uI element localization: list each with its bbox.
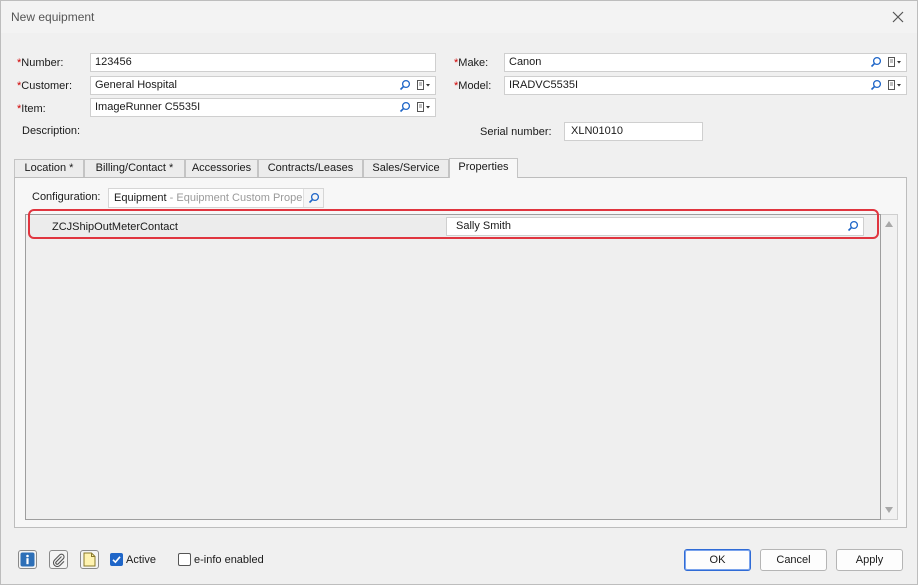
item-browse-button[interactable] xyxy=(416,101,432,113)
apply-button[interactable]: Apply xyxy=(836,549,903,571)
property-value-search-button[interactable] xyxy=(847,220,859,232)
make-label: *Make: xyxy=(454,57,489,69)
close-button[interactable] xyxy=(885,5,911,29)
search-icon xyxy=(399,101,411,113)
cancel-button[interactable]: Cancel xyxy=(760,549,827,571)
number-field[interactable]: 123456 xyxy=(90,53,436,72)
browse-dropdown-icon xyxy=(888,80,901,90)
property-value-field[interactable]: Sally Smith xyxy=(446,217,864,236)
model-search-button[interactable] xyxy=(870,79,882,91)
attachment-icon xyxy=(52,553,65,567)
customer-field[interactable]: General Hospital xyxy=(90,76,436,95)
new-equipment-dialog: New equipment *Number: 123456 *Customer:… xyxy=(0,0,918,585)
model-label: *Model: xyxy=(454,80,492,92)
customer-label: *Customer: xyxy=(17,80,73,92)
property-name: ZCJShipOutMeterContact xyxy=(28,217,446,238)
info-button[interactable] xyxy=(18,550,37,569)
search-icon xyxy=(308,192,319,204)
note-button[interactable] xyxy=(80,550,99,569)
search-icon xyxy=(870,56,882,68)
active-checkbox[interactable] xyxy=(110,553,123,566)
einfo-checkbox[interactable] xyxy=(178,553,191,566)
close-icon xyxy=(892,11,904,23)
tab-contracts-leases[interactable]: Contracts/Leases xyxy=(258,159,363,177)
tab-billing-contact[interactable]: Billing/Contact * xyxy=(84,159,185,177)
checkmark-icon xyxy=(112,556,121,564)
table-row[interactable]: ZCJShipOutMeterContact Sally Smith xyxy=(28,217,880,238)
properties-grid: ZCJShipOutMeterContact Sally Smith xyxy=(25,214,881,520)
tab-properties[interactable]: Properties xyxy=(449,158,518,178)
customer-browse-button[interactable] xyxy=(416,79,432,91)
item-search-button[interactable] xyxy=(399,101,411,113)
window-title: New equipment xyxy=(11,10,95,24)
serial-number-label: Serial number: xyxy=(480,126,552,138)
active-label: Active xyxy=(126,554,156,566)
attachment-button[interactable] xyxy=(49,550,68,569)
properties-panel: Configuration: Equipment - Equipment Cus… xyxy=(14,177,907,528)
item-field[interactable]: ImageRunner C5535I xyxy=(90,98,436,117)
customer-search-button[interactable] xyxy=(399,79,411,91)
einfo-label: e-info enabled xyxy=(194,554,264,566)
configuration-search-button[interactable] xyxy=(303,189,323,207)
title-bar: New equipment xyxy=(1,1,917,33)
browse-dropdown-icon xyxy=(417,80,430,90)
tab-location[interactable]: Location * xyxy=(14,159,84,177)
scroll-down-arrow-icon[interactable] xyxy=(885,507,893,513)
search-icon xyxy=(399,79,411,91)
model-field[interactable]: IRADVC5535I xyxy=(504,76,907,95)
note-icon xyxy=(83,552,96,567)
make-field[interactable]: Canon xyxy=(504,53,907,72)
search-icon xyxy=(847,220,859,232)
info-icon xyxy=(20,552,35,567)
number-label: *Number: xyxy=(17,57,64,69)
search-icon xyxy=(870,79,882,91)
make-browse-button[interactable] xyxy=(887,56,903,68)
vertical-scrollbar[interactable] xyxy=(881,214,898,520)
model-browse-button[interactable] xyxy=(887,79,903,91)
description-label: Description: xyxy=(22,125,81,137)
browse-dropdown-icon xyxy=(888,57,901,67)
item-label: *Item: xyxy=(17,103,46,115)
browse-dropdown-icon xyxy=(417,102,430,112)
make-search-button[interactable] xyxy=(870,56,882,68)
configuration-label: Configuration: xyxy=(32,191,101,203)
scroll-up-arrow-icon[interactable] xyxy=(885,221,893,227)
serial-number-field[interactable]: XLN01010 xyxy=(564,122,703,141)
tab-sales-service[interactable]: Sales/Service xyxy=(363,159,449,177)
configuration-field[interactable]: Equipment - Equipment Custom Properti xyxy=(108,188,324,208)
tab-accessories[interactable]: Accessories xyxy=(185,159,258,177)
ok-button[interactable]: OK xyxy=(684,549,751,571)
